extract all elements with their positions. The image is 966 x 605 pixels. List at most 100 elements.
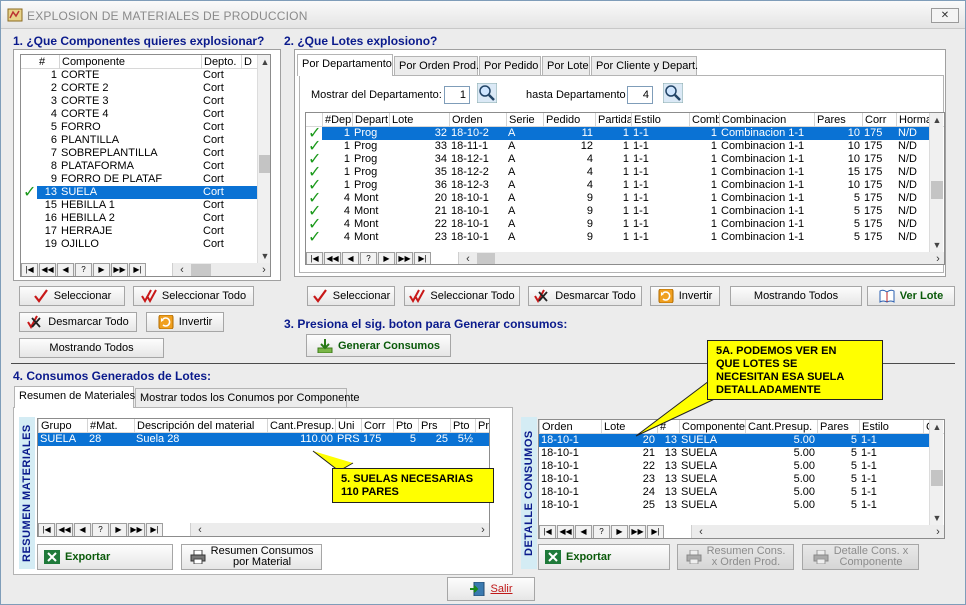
table-row[interactable]: SUELA 28 Suela 28 110.00 PRS 175 5 25 5½ (38, 433, 489, 446)
tab-1[interactable]: Por Orden Prod. (394, 56, 479, 76)
hscroll-thumb[interactable] (477, 253, 495, 264)
table-row[interactable]: ✓ 4 Mont 21 18-10-1 A 9 1 1-1 1 Combinacion 1-1 5 17… (306, 205, 929, 218)
components-grid[interactable]: # Componente Depto. D 1 CORTE Cort 2 CORTE 2… (20, 54, 271, 277)
nav-button[interactable]: ▶▶ (111, 263, 128, 276)
nav-button[interactable]: ◀ (74, 523, 91, 536)
scroll-right-icon[interactable]: › (476, 523, 489, 536)
nav-button[interactable]: ▶| (414, 252, 431, 264)
seleccionar-button[interactable]: Seleccionar (19, 286, 125, 306)
salir-button[interactable]: Salir (447, 577, 535, 601)
nav-button[interactable]: ? (75, 263, 92, 276)
scroll-left-icon[interactable]: ‹ (193, 523, 207, 536)
table-row[interactable]: ✓ 1 Prog 36 18-12-3 A 4 1 1-1 1 Combinacion 1-1 10 1… (306, 179, 929, 192)
scroll-up-icon[interactable]: ▲ (930, 113, 944, 127)
scroll-up-icon[interactable]: ▲ (930, 420, 944, 434)
nav-button[interactable]: |◀ (306, 252, 323, 264)
nav-button[interactable]: ▶| (647, 525, 664, 538)
components-hscroll[interactable]: ‹ › (172, 263, 270, 276)
table-row[interactable]: ✓ 4 Mont 23 18-10-1 A 9 1 1-1 1 Combinacion 1-1 5 17… (306, 231, 929, 244)
summary-hscroll[interactable]: ‹ › (190, 523, 489, 536)
nav-button[interactable]: ▶| (129, 263, 146, 276)
exportar-button[interactable]: Exportar (37, 544, 173, 570)
components-row[interactable]: 9 FORRO DE PLATAF Cort (21, 173, 257, 186)
nav-button[interactable]: ▶▶ (128, 523, 145, 536)
detalle-componente-button[interactable]: Detalle Cons. x Componente (802, 544, 919, 570)
tab-0[interactable]: Por Departamento (297, 54, 393, 76)
table-row[interactable]: ✓ 1 Prog 33 18-11-1 A 12 1 1-1 1 Combinacion 1-1 10… (306, 140, 929, 153)
lots-seleccionar-button[interactable]: Seleccionar (307, 286, 395, 306)
table-row[interactable]: ✓ 4 Mont 22 18-10-1 A 9 1 1-1 1 Combinacion 1-1 5 17… (306, 218, 929, 231)
resumen-consumos-button[interactable]: Resumen Consumos por Material (181, 544, 322, 570)
nav-button[interactable]: ? (360, 252, 377, 264)
scroll-left-icon[interactable]: ‹ (694, 525, 708, 538)
scroll-right-icon[interactable]: › (931, 525, 944, 538)
lots-invertir-button[interactable]: Invertir (650, 286, 720, 306)
scroll-thumb[interactable] (931, 181, 943, 199)
nav-button[interactable]: ◀ (342, 252, 359, 264)
nav-button[interactable]: |◀ (539, 525, 556, 538)
lots-hscroll[interactable]: ‹ › (458, 252, 944, 264)
ver-lote-button[interactable]: Ver Lote (867, 286, 955, 306)
components-row[interactable]: 5 FORRO Cort (21, 121, 257, 134)
nav-button[interactable]: ◀◀ (39, 263, 56, 276)
components-row[interactable]: ✓ 13 SUELA Cort (21, 186, 257, 199)
detail-exportar-button[interactable]: Exportar (538, 544, 670, 570)
table-row[interactable]: 18-10-1 24 13 SUELA 5.00 5 1-1 (539, 486, 929, 499)
from-dept-input[interactable]: 1 (444, 86, 470, 104)
scroll-down-icon[interactable]: ▼ (930, 238, 944, 252)
scroll-left-icon[interactable]: ‹ (461, 252, 475, 264)
nav-button[interactable]: ◀◀ (324, 252, 341, 264)
components-row[interactable]: 8 PLATAFORMA Cort (21, 160, 257, 173)
detail-hscroll[interactable]: ‹ › (691, 525, 944, 538)
nav-button[interactable]: ▶| (146, 523, 163, 536)
table-row[interactable]: ✓ 4 Mont 20 18-10-1 A 9 1 1-1 1 Combinacion 1-1 5 17… (306, 192, 929, 205)
components-row[interactable]: 7 SOBREPLANTILLA Cort (21, 147, 257, 160)
lots-vscroll[interactable]: ▲ ▼ (929, 113, 943, 252)
components-row[interactable]: 16 HEBILLA 2 Cort (21, 212, 257, 225)
scroll-down-icon[interactable]: ▼ (258, 249, 270, 263)
table-row[interactable]: 18-10-1 25 13 SUELA 5.00 5 1-1 (539, 499, 929, 512)
search-icon[interactable] (663, 83, 683, 103)
nav-button[interactable]: ▶▶ (396, 252, 413, 264)
components-row[interactable]: 6 PLANTILLA Cort (21, 134, 257, 147)
components-vscroll[interactable]: ▲ ▼ (257, 55, 270, 263)
components-row[interactable]: 15 HEBILLA 1 Cort (21, 199, 257, 212)
resumen-orden-button[interactable]: Resumen Cons. x Orden Prod. (677, 544, 794, 570)
tab-0[interactable]: Resumen de Materiales (14, 386, 135, 408)
table-row[interactable]: 18-10-1 23 13 SUELA 5.00 5 1-1 (539, 473, 929, 486)
table-row[interactable]: ✓ 1 Prog 32 18-10-2 A 11 1 1-1 1 Combinacion 1-1 10… (306, 127, 929, 140)
search-icon[interactable] (477, 83, 497, 103)
lots-grid[interactable]: #Dep Depart Lote Orden Serie Pedido Partida Est… (305, 112, 945, 265)
nav-button[interactable]: |◀ (38, 523, 55, 536)
nav-button[interactable]: ◀ (57, 263, 74, 276)
nav-button[interactable]: ? (92, 523, 109, 536)
table-row[interactable]: 18-10-1 22 13 SUELA 5.00 5 1-1 (539, 460, 929, 473)
lots-desmarcar-todo-button[interactable]: Desmarcar Todo (528, 286, 642, 306)
components-row[interactable]: 17 HERRAJE Cort (21, 225, 257, 238)
mostrando-todos-button[interactable]: Mostrando Todos (19, 338, 164, 358)
to-dept-input[interactable]: 4 (627, 86, 653, 104)
nav-button[interactable]: ? (593, 525, 610, 538)
table-row[interactable]: ✓ 1 Prog 35 18-12-2 A 4 1 1-1 1 Combinacion 1-1 15 1… (306, 166, 929, 179)
nav-button[interactable]: ▶ (378, 252, 395, 264)
generar-consumos-button[interactable]: Generar Consumos (306, 334, 451, 357)
nav-button[interactable]: ◀ (575, 525, 592, 538)
detail-grid[interactable]: Orden Lote # Componente Cant.Presup. Pares Est… (538, 419, 945, 539)
scroll-thumb[interactable] (931, 470, 943, 486)
nav-button[interactable]: ◀◀ (557, 525, 574, 538)
components-row[interactable]: 3 CORTE 3 Cort (21, 95, 257, 108)
scroll-up-icon[interactable]: ▲ (258, 55, 270, 69)
lots-mostrando-todos-button[interactable]: Mostrando Todos (730, 286, 862, 306)
seleccionar-todo-button[interactable]: Seleccionar Todo (133, 286, 254, 306)
tab-2[interactable]: Por Pedido (479, 56, 541, 76)
components-row[interactable]: 2 CORTE 2 Cort (21, 82, 257, 95)
tab-1[interactable]: Mostrar todos los Conumos por Componente (135, 388, 360, 408)
nav-button[interactable]: ▶ (93, 263, 110, 276)
components-row[interactable]: 4 CORTE 4 Cort (21, 108, 257, 121)
tab-4[interactable]: Por Cliente y Depart. (591, 56, 698, 76)
scroll-right-icon[interactable]: › (257, 263, 270, 276)
scroll-thumb[interactable] (259, 155, 270, 173)
detail-vscroll[interactable]: ▲ ▼ (929, 420, 943, 525)
close-button[interactable]: ✕ (931, 8, 959, 23)
table-row[interactable]: ✓ 1 Prog 34 18-12-1 A 4 1 1-1 1 Combinacion 1-1 10 1… (306, 153, 929, 166)
